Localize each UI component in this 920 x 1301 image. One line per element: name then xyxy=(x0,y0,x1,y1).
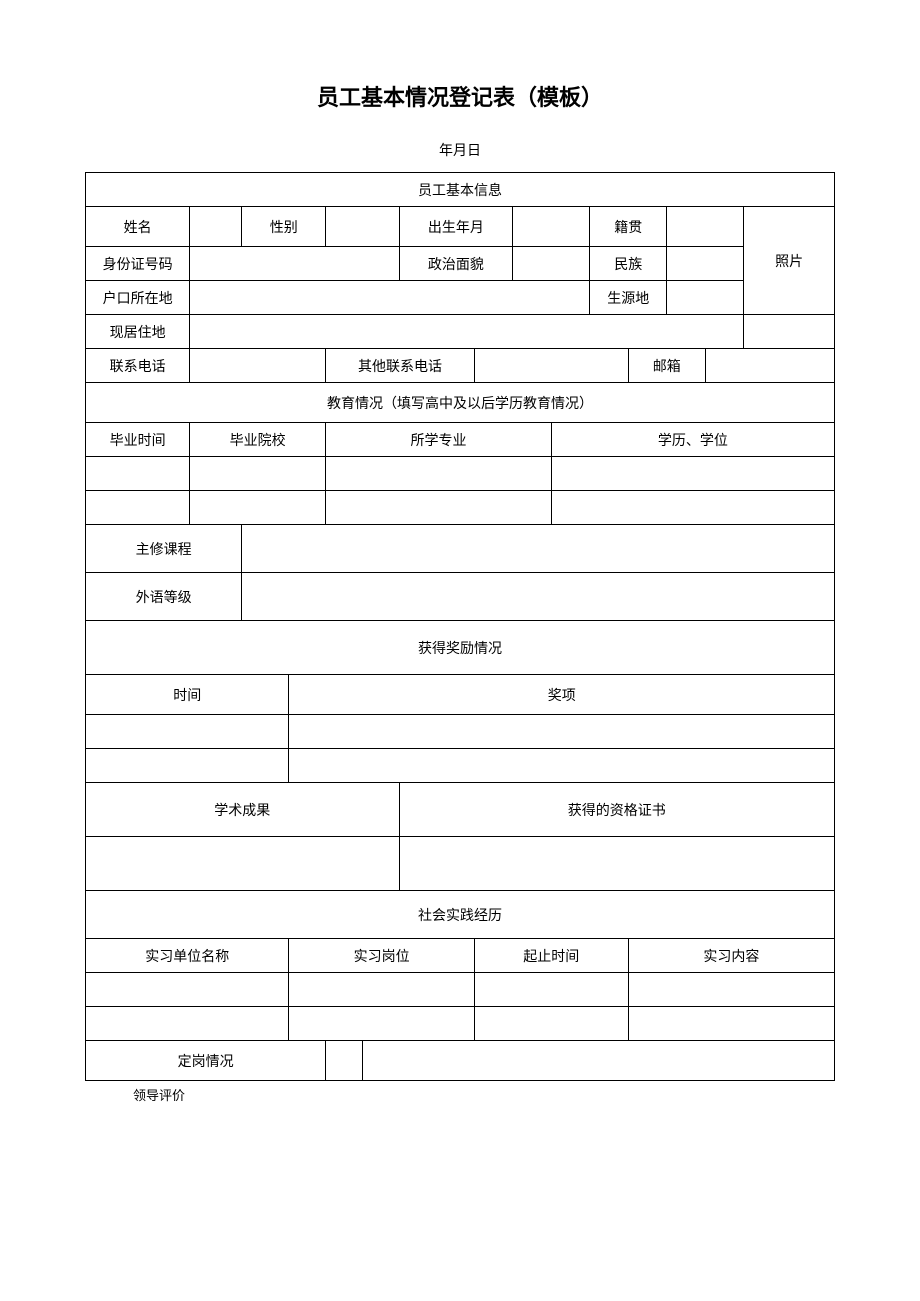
cell xyxy=(474,349,628,383)
cell xyxy=(326,491,552,525)
form-table: 员工基本信息 姓名 性别 出生年月 籍贯 照片 身份证号码 政治面貌 民族 户口… xyxy=(85,172,835,1081)
cell xyxy=(86,715,289,749)
date-line: 年月日 xyxy=(85,140,835,160)
cell xyxy=(190,281,590,315)
label-leadereval: 领导评价 xyxy=(85,1081,835,1104)
label-id: 身份证号码 xyxy=(86,247,190,281)
cell xyxy=(362,1041,834,1081)
cell xyxy=(242,525,835,573)
cell xyxy=(628,1007,834,1041)
label-lang: 外语等级 xyxy=(86,573,242,621)
cell xyxy=(667,247,744,281)
cell xyxy=(474,1007,628,1041)
cell xyxy=(86,491,190,525)
label-maincourse: 主修课程 xyxy=(86,525,242,573)
cell xyxy=(190,491,326,525)
cell xyxy=(86,749,289,783)
cell xyxy=(190,349,326,383)
cell xyxy=(326,207,399,247)
cell xyxy=(289,1007,474,1041)
cell xyxy=(474,973,628,1007)
label-native: 籍贯 xyxy=(590,207,667,247)
cell xyxy=(326,457,552,491)
cell xyxy=(326,1041,363,1081)
cell xyxy=(190,247,399,281)
cell xyxy=(86,837,400,891)
label-residence: 现居住地 xyxy=(86,315,190,349)
cell xyxy=(190,457,326,491)
label-hukou: 户口所在地 xyxy=(86,281,190,315)
section-awards: 获得奖励情况 xyxy=(86,621,835,675)
label-cert: 获得的资格证书 xyxy=(399,783,834,837)
label-otherphone: 其他联系电话 xyxy=(326,349,475,383)
label-internperiod: 起止时间 xyxy=(474,939,628,973)
label-internpos: 实习岗位 xyxy=(289,939,474,973)
label-ethnicity: 民族 xyxy=(590,247,667,281)
label-photo: 照片 xyxy=(744,207,835,315)
label-email: 邮箱 xyxy=(628,349,705,383)
label-time: 时间 xyxy=(86,675,289,715)
page-title: 员工基本情况登记表（模板） xyxy=(85,80,835,112)
section-education: 教育情况（填写高中及以后学历教育情况） xyxy=(86,383,835,423)
cell xyxy=(667,281,744,315)
label-major: 所学专业 xyxy=(326,423,552,457)
cell xyxy=(628,973,834,1007)
label-gender: 性别 xyxy=(242,207,326,247)
cell xyxy=(86,457,190,491)
cell xyxy=(289,973,474,1007)
cell xyxy=(744,315,835,349)
label-name: 姓名 xyxy=(86,207,190,247)
label-birth: 出生年月 xyxy=(399,207,513,247)
cell xyxy=(86,973,289,1007)
label-poststatus: 定岗情况 xyxy=(86,1041,326,1081)
cell xyxy=(242,573,835,621)
label-origin: 生源地 xyxy=(590,281,667,315)
cell xyxy=(399,837,834,891)
label-phone: 联系电话 xyxy=(86,349,190,383)
section-social: 社会实践经历 xyxy=(86,891,835,939)
cell xyxy=(551,491,834,525)
cell xyxy=(190,207,242,247)
cell xyxy=(86,1007,289,1041)
cell xyxy=(667,207,744,247)
cell xyxy=(289,749,835,783)
cell xyxy=(513,207,590,247)
label-gradtime: 毕业时间 xyxy=(86,423,190,457)
label-interncontent: 实习内容 xyxy=(628,939,834,973)
label-academic: 学术成果 xyxy=(86,783,400,837)
cell xyxy=(190,315,744,349)
label-award: 奖项 xyxy=(289,675,835,715)
label-gradschool: 毕业院校 xyxy=(190,423,326,457)
label-internorg: 实习单位名称 xyxy=(86,939,289,973)
cell xyxy=(289,715,835,749)
section-basic: 员工基本信息 xyxy=(86,173,835,207)
cell xyxy=(551,457,834,491)
cell xyxy=(513,247,590,281)
cell xyxy=(705,349,834,383)
label-political: 政治面貌 xyxy=(399,247,513,281)
label-degree: 学历、学位 xyxy=(551,423,834,457)
